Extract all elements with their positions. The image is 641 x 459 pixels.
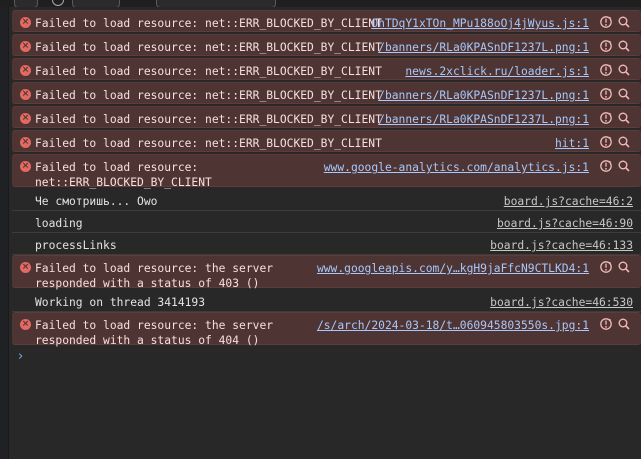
error-circle-icon: × xyxy=(20,17,31,28)
console-error-row[interactable]: × Failed to load resource: net::ERR_BLOCK… xyxy=(12,130,641,152)
search-icon[interactable] xyxy=(617,111,631,125)
console-source-link[interactable]: /s/arch/2024-03-18/t…060945803550s.jpg:1 xyxy=(317,318,589,333)
console-error-row[interactable]: × Failed to load resource: net::ERR_BLOCK… xyxy=(12,154,641,189)
console-log-row[interactable]: Working on thread 3414193 board.js?cache=… xyxy=(12,290,641,312)
search-icon[interactable] xyxy=(617,159,631,173)
console-message-text: Failed to load resource: the server resp… xyxy=(35,262,274,290)
devtools-toolbar xyxy=(0,0,641,7)
console-message-text: Failed to load resource: net::ERR_BLOCKE… xyxy=(35,41,382,54)
context-selector[interactable] xyxy=(72,0,120,7)
error-circle-icon: × xyxy=(20,65,31,76)
console-source-link[interactable]: www.googleapis.com/y…kgH9jaFfcN9CTLKD4:1 xyxy=(317,261,589,276)
console-message-text: Failed to load resource: net::ERR_BLOCKE… xyxy=(35,113,382,126)
error-circle-icon: × xyxy=(20,137,31,148)
console-message-text: processLinks xyxy=(35,239,117,252)
toolbar-button[interactable] xyxy=(14,0,38,7)
console-log-row[interactable]: processLinks board.js?cache=46:133 xyxy=(12,233,641,255)
filter-input[interactable] xyxy=(156,0,276,7)
ai-explain-icon[interactable] xyxy=(599,111,613,125)
console-source-link[interactable]: www.google-analytics.com/analytics.js:1 xyxy=(324,160,589,175)
console-message-text: Working on thread 3414193 xyxy=(35,296,206,309)
console-messages: ×Failed to load resource: net::ERR_BLOCK… xyxy=(12,10,641,347)
console-source-link[interactable]: news.2xclick.ru/loader.js:1 xyxy=(405,64,589,79)
search-icon[interactable] xyxy=(617,39,631,53)
console-message-text: Failed to load resource: net::ERR_BLOCKE… xyxy=(35,89,382,102)
error-circle-icon: × xyxy=(20,161,31,172)
console-log-row[interactable]: loading board.js?cache=46:90 xyxy=(12,211,641,233)
console-error-row[interactable]: × Failed to load resource: net::ERR_BLOCK… xyxy=(12,58,641,80)
sidebar-strip xyxy=(0,7,9,459)
search-icon[interactable] xyxy=(617,15,631,29)
search-icon[interactable] xyxy=(617,135,631,149)
console-message-text: Failed to load resource: the server resp… xyxy=(35,319,274,347)
console-message-text: Failed to load resource: net::ERR_BLOCKE… xyxy=(35,17,382,30)
console-error-row[interactable]: × Failed to load resource: net::ERR_BLOCK… xyxy=(12,10,641,32)
console-source-link[interactable]: hit:1 xyxy=(555,136,589,151)
console-error-row[interactable]: × Failed to load resource: the server res… xyxy=(12,255,641,290)
ai-explain-icon[interactable] xyxy=(599,135,613,149)
ai-explain-icon[interactable] xyxy=(599,159,613,173)
console-prompt[interactable]: › xyxy=(18,349,23,364)
search-icon[interactable] xyxy=(617,260,631,274)
console-log-row[interactable]: Че смотришь... Owo board.js?cache=46:2 xyxy=(12,189,641,211)
search-icon[interactable] xyxy=(617,317,631,331)
console-source-link[interactable]: board.js?cache=46:530 xyxy=(490,295,633,310)
ai-explain-icon[interactable] xyxy=(599,63,613,77)
search-icon[interactable] xyxy=(617,63,631,77)
ai-explain-icon[interactable] xyxy=(599,317,613,331)
console-error-row[interactable]: × Failed to load resource: net::ERR_BLOCK… xyxy=(12,106,641,128)
ai-explain-icon[interactable] xyxy=(599,87,613,101)
error-circle-icon: × xyxy=(20,113,31,124)
console-source-link[interactable]: /banners/RLa0KPASnDF1237L.png:1 xyxy=(378,88,589,103)
console-message-text: Че смотришь... Owo xyxy=(35,195,158,208)
ai-explain-icon[interactable] xyxy=(599,39,613,53)
console-message-text: Failed to load resource: net::ERR_BLOCKE… xyxy=(35,65,382,78)
clear-console-icon[interactable] xyxy=(52,0,64,6)
console-error-row[interactable]: × Failed to load resource: net::ERR_BLOCK… xyxy=(12,34,641,56)
console-source-link[interactable]: board.js?cache=46:133 xyxy=(490,238,633,253)
console-message-text: Failed to load resource: net::ERR_BLOCKE… xyxy=(35,161,212,189)
search-icon[interactable] xyxy=(617,87,631,101)
error-circle-icon: × xyxy=(20,89,31,100)
console-error-row[interactable]: × Failed to load resource: net::ERR_BLOCK… xyxy=(12,82,641,104)
console-source-link[interactable]: /banners/RLa0KPASnDF1237L.png:1 xyxy=(378,112,589,127)
ai-explain-icon[interactable] xyxy=(599,260,613,274)
ai-explain-icon[interactable] xyxy=(599,15,613,29)
error-circle-icon: × xyxy=(20,41,31,52)
console-error-row[interactable]: × Failed to load resource: the server res… xyxy=(12,312,641,347)
console-message-text: loading xyxy=(35,217,83,230)
console-message-text: Failed to load resource: net::ERR_BLOCKE… xyxy=(35,137,382,150)
console-source-link[interactable]: board.js?cache=46:90 xyxy=(497,216,633,231)
chevron-right-icon: › xyxy=(18,349,24,364)
console-source-link[interactable]: /banners/RLa0KPASnDF1237L.png:1 xyxy=(378,40,589,55)
console-source-link[interactable]: board.js?cache=46:2 xyxy=(504,194,633,209)
console-source-link[interactable]: OhTDqY1xTOn_MPu188oOj4jWyus.js:1 xyxy=(371,16,589,31)
error-circle-icon: × xyxy=(20,262,31,273)
error-circle-icon: × xyxy=(20,319,31,330)
